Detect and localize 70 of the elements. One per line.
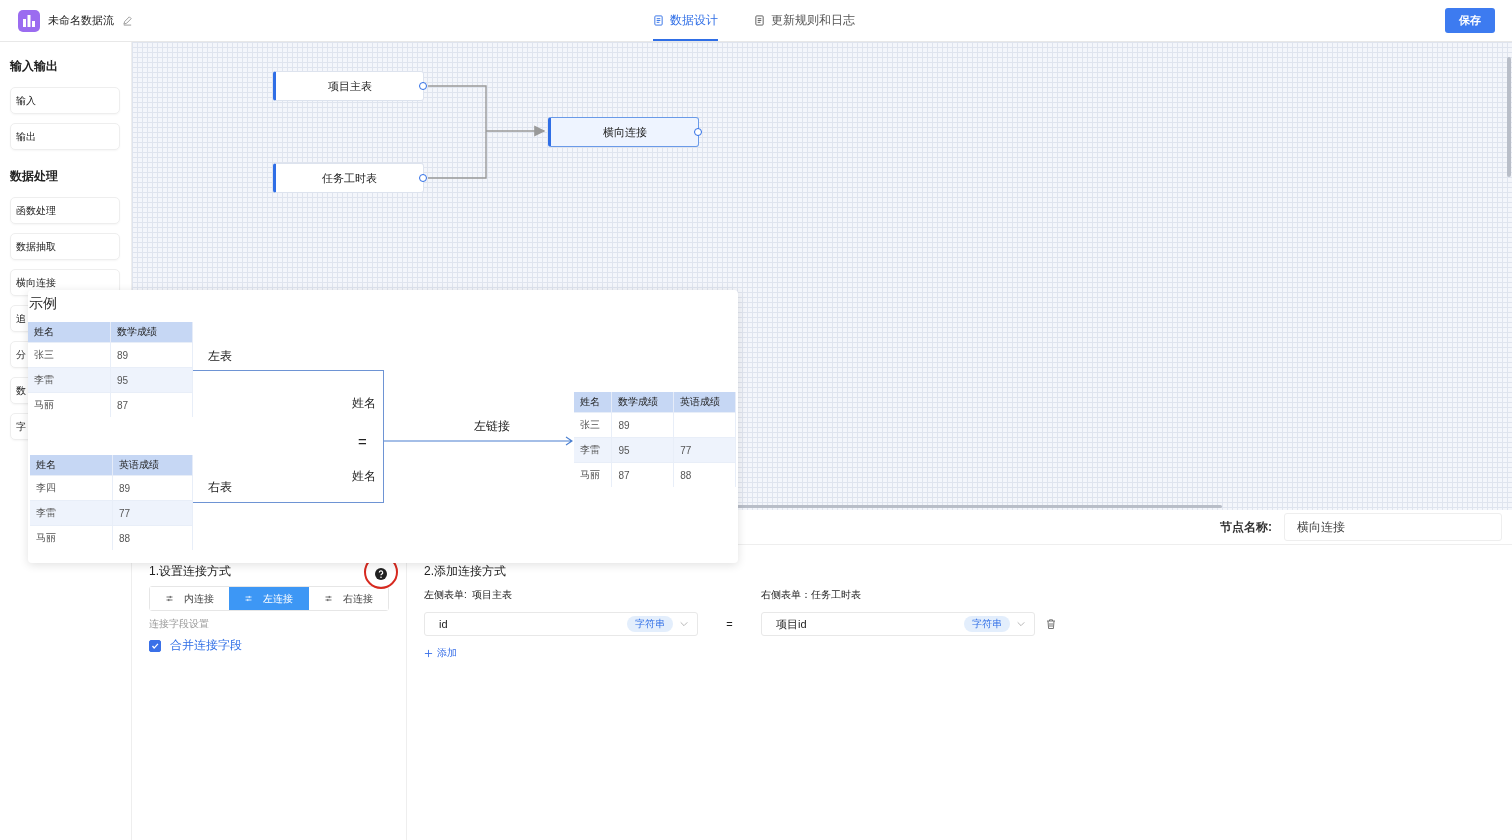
flow-node[interactable]: 横向连接 xyxy=(548,117,699,147)
table-cell: 马丽 xyxy=(30,525,113,550)
sidebar-item[interactable]: 输出 xyxy=(10,123,120,150)
trash-icon[interactable] xyxy=(1045,618,1057,630)
flow-node[interactable]: 项目主表 xyxy=(273,71,424,101)
tab[interactable]: 更新规则和日志 xyxy=(754,0,855,41)
chevron-icon xyxy=(679,619,689,629)
add-link[interactable]: 添加 xyxy=(424,646,457,660)
table-header: 姓名 xyxy=(28,322,111,343)
type-tag: 字符串 xyxy=(964,616,1010,632)
help-icon[interactable] xyxy=(375,567,387,580)
table-header: 姓名 xyxy=(30,455,113,476)
equals-operator: = xyxy=(725,618,734,630)
table-cell: 95 xyxy=(611,437,674,463)
sliders-icon xyxy=(165,594,175,603)
plus-icon xyxy=(424,648,433,658)
table-cell: 87 xyxy=(110,392,193,417)
table-cell: 95 xyxy=(110,367,193,393)
table-header: 英语成绩 xyxy=(112,455,193,476)
port-handle[interactable] xyxy=(694,128,702,136)
document-icon xyxy=(754,15,765,26)
logo-icon xyxy=(18,9,40,32)
port-handle[interactable] xyxy=(419,82,427,90)
table-cell: 马丽 xyxy=(28,392,111,417)
document-icon xyxy=(653,15,664,26)
type-tag: 字符串 xyxy=(627,616,673,632)
merge-checkbox[interactable]: 合并连接字段 xyxy=(149,637,249,654)
table-cell: 77 xyxy=(112,500,193,526)
sidebar-heading: 输入输出 xyxy=(10,58,59,75)
sliders-icon xyxy=(323,594,333,603)
table-header: 英语成绩 xyxy=(673,392,736,413)
table-cell: 77 xyxy=(673,437,736,463)
left-form-label: 左侧表单: 项目主表 xyxy=(424,588,514,602)
sidebar-item[interactable]: 函数处理 xyxy=(10,197,120,224)
sidebar-item[interactable]: 数据抽取 xyxy=(10,233,120,260)
flow-node[interactable]: 任务工时表 xyxy=(273,163,424,193)
sidebar-heading: 数据处理 xyxy=(10,168,59,185)
table-cell: 李雷 xyxy=(30,500,113,526)
table-cell: 87 xyxy=(611,462,674,487)
node-name-label: 节点名称: xyxy=(1220,518,1272,536)
field-select[interactable]: id 字符串 xyxy=(424,612,698,636)
right-table-label: 右表 xyxy=(208,479,232,496)
save-button[interactable]: 保存 xyxy=(1445,8,1495,33)
table-cell: 马丽 xyxy=(574,462,612,487)
scrollbar[interactable] xyxy=(1507,57,1511,177)
edit-icon[interactable] xyxy=(122,15,133,26)
table-header: 数学成绩 xyxy=(611,392,674,413)
table-header: 数学成绩 xyxy=(110,322,193,343)
right-form-label: 右侧表单：任务工时表 xyxy=(761,588,862,602)
chevron-icon xyxy=(1016,619,1026,629)
key-label: 姓名 xyxy=(352,468,376,485)
section-title: 2.添加连接方式 xyxy=(424,563,507,580)
port-handle[interactable] xyxy=(419,174,427,182)
flow-title: 未命名数据流 xyxy=(48,13,114,28)
key-label: 姓名 xyxy=(352,395,376,412)
section-title: 1.设置连接方式 xyxy=(149,563,231,580)
sliders-icon xyxy=(244,594,254,603)
equals-sign: = xyxy=(358,433,367,450)
node-name-field[interactable]: 横向连接 xyxy=(1284,513,1502,541)
sidebar-item[interactable]: 输入 xyxy=(10,87,120,114)
table-cell: 李雷 xyxy=(28,367,111,393)
left-table-label: 左表 xyxy=(208,348,232,365)
popover-title: 示例 xyxy=(29,295,57,313)
table-header: 姓名 xyxy=(574,392,612,413)
table-cell: 88 xyxy=(673,462,736,487)
table-cell: 李雷 xyxy=(574,437,612,463)
field-select[interactable]: 项目id 字符串 xyxy=(761,612,1035,636)
join-label: 左链接 xyxy=(474,418,510,435)
field-setting-label: 连接字段设置 xyxy=(149,617,210,631)
table-cell: 88 xyxy=(112,525,193,550)
